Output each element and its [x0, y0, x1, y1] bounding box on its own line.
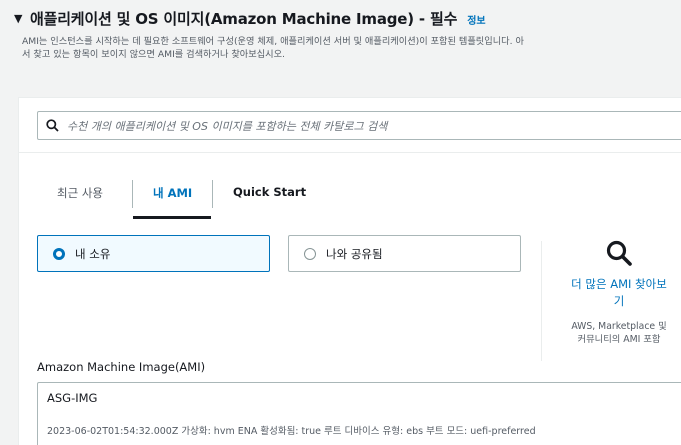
tab-separator — [212, 180, 213, 208]
ami-field-label: Amazon Machine Image(AMI) — [37, 360, 206, 374]
catalog-search-input[interactable]: 수천 개의 애플리케이션 및 OS 이미지를 포함하는 전체 카탈로그 검색 — [37, 111, 681, 140]
ami-metadata: 2023-06-02T01:54:32.000Z 가상화: hvm ENA 활성… — [47, 426, 536, 437]
description-line-1: AMI는 인스턴스를 시작하는 데 필요한 소프트웨어 구성(운영 체제, 애플… — [22, 36, 524, 47]
section-description: AMI는 인스턴스를 시작하는 데 필요한 소프트웨어 구성(운영 체제, 애플… — [22, 35, 681, 61]
browse-more-caption-line-1: AWS, Marketplace 및 — [571, 321, 667, 332]
tab-my-ami[interactable]: 내 AMI — [153, 176, 192, 218]
radio-owned-label: 내 소유 — [75, 246, 111, 261]
tab-separator — [132, 180, 133, 208]
section-title-row: ▼ 애플리케이션 및 OS 이미지(Amazon Machine Image) … — [14, 8, 681, 29]
radio-selected-icon — [53, 247, 65, 260]
active-tab-indicator — [133, 216, 211, 219]
info-link[interactable]: 정보 — [467, 12, 485, 27]
ami-panel: 수천 개의 애플리케이션 및 OS 이미지를 포함하는 전체 카탈로그 검색 최… — [18, 97, 681, 445]
search-icon — [46, 119, 59, 132]
ami-name: ASG-IMG — [47, 391, 98, 405]
description-line-2: 서 찾고 있는 항목이 보이지 않으면 AMI를 검색하거나 찾아보십시오. — [22, 49, 285, 60]
radio-shared-label: 나와 공유됨 — [326, 246, 383, 261]
browse-more-link[interactable]: 더 많은 AMI 찾아보 기 — [549, 276, 681, 310]
browse-more-caption-line-2: 커뮤니티의 AMI 포함 — [577, 334, 661, 345]
browse-more-amis[interactable]: 더 많은 AMI 찾아보 기 AWS, Marketplace 및 커뮤니티의 … — [549, 238, 681, 346]
ami-select[interactable]: ASG-IMG 2023-06-02T01:54:32.000Z 가상화: hv… — [37, 382, 681, 445]
radio-unselected-icon — [304, 247, 316, 260]
section-header: ▼ 애플리케이션 및 OS 이미지(Amazon Machine Image) … — [0, 0, 681, 82]
collapse-caret-icon[interactable]: ▼ — [14, 12, 30, 25]
tab-quick-start[interactable]: Quick Start — [233, 176, 306, 218]
section-title: 애플리케이션 및 OS 이미지(Amazon Machine Image) - … — [30, 10, 458, 28]
radio-owned-by-me[interactable]: 내 소유 — [37, 235, 270, 272]
magnifier-icon[interactable] — [549, 238, 681, 268]
browse-more-caption: AWS, Marketplace 및 커뮤니티의 AMI 포함 — [549, 320, 681, 346]
divider — [19, 152, 681, 153]
vertical-divider — [541, 241, 542, 361]
browse-more-link-line-2: 기 — [613, 294, 625, 308]
tab-recent[interactable]: 최근 사용 — [57, 176, 103, 218]
search-placeholder: 수천 개의 애플리케이션 및 OS 이미지를 포함하는 전체 카탈로그 검색 — [67, 119, 388, 133]
browse-more-link-line-1: 더 많은 AMI 찾아보 — [571, 277, 667, 291]
radio-shared-with-me[interactable]: 나와 공유됨 — [288, 235, 521, 272]
